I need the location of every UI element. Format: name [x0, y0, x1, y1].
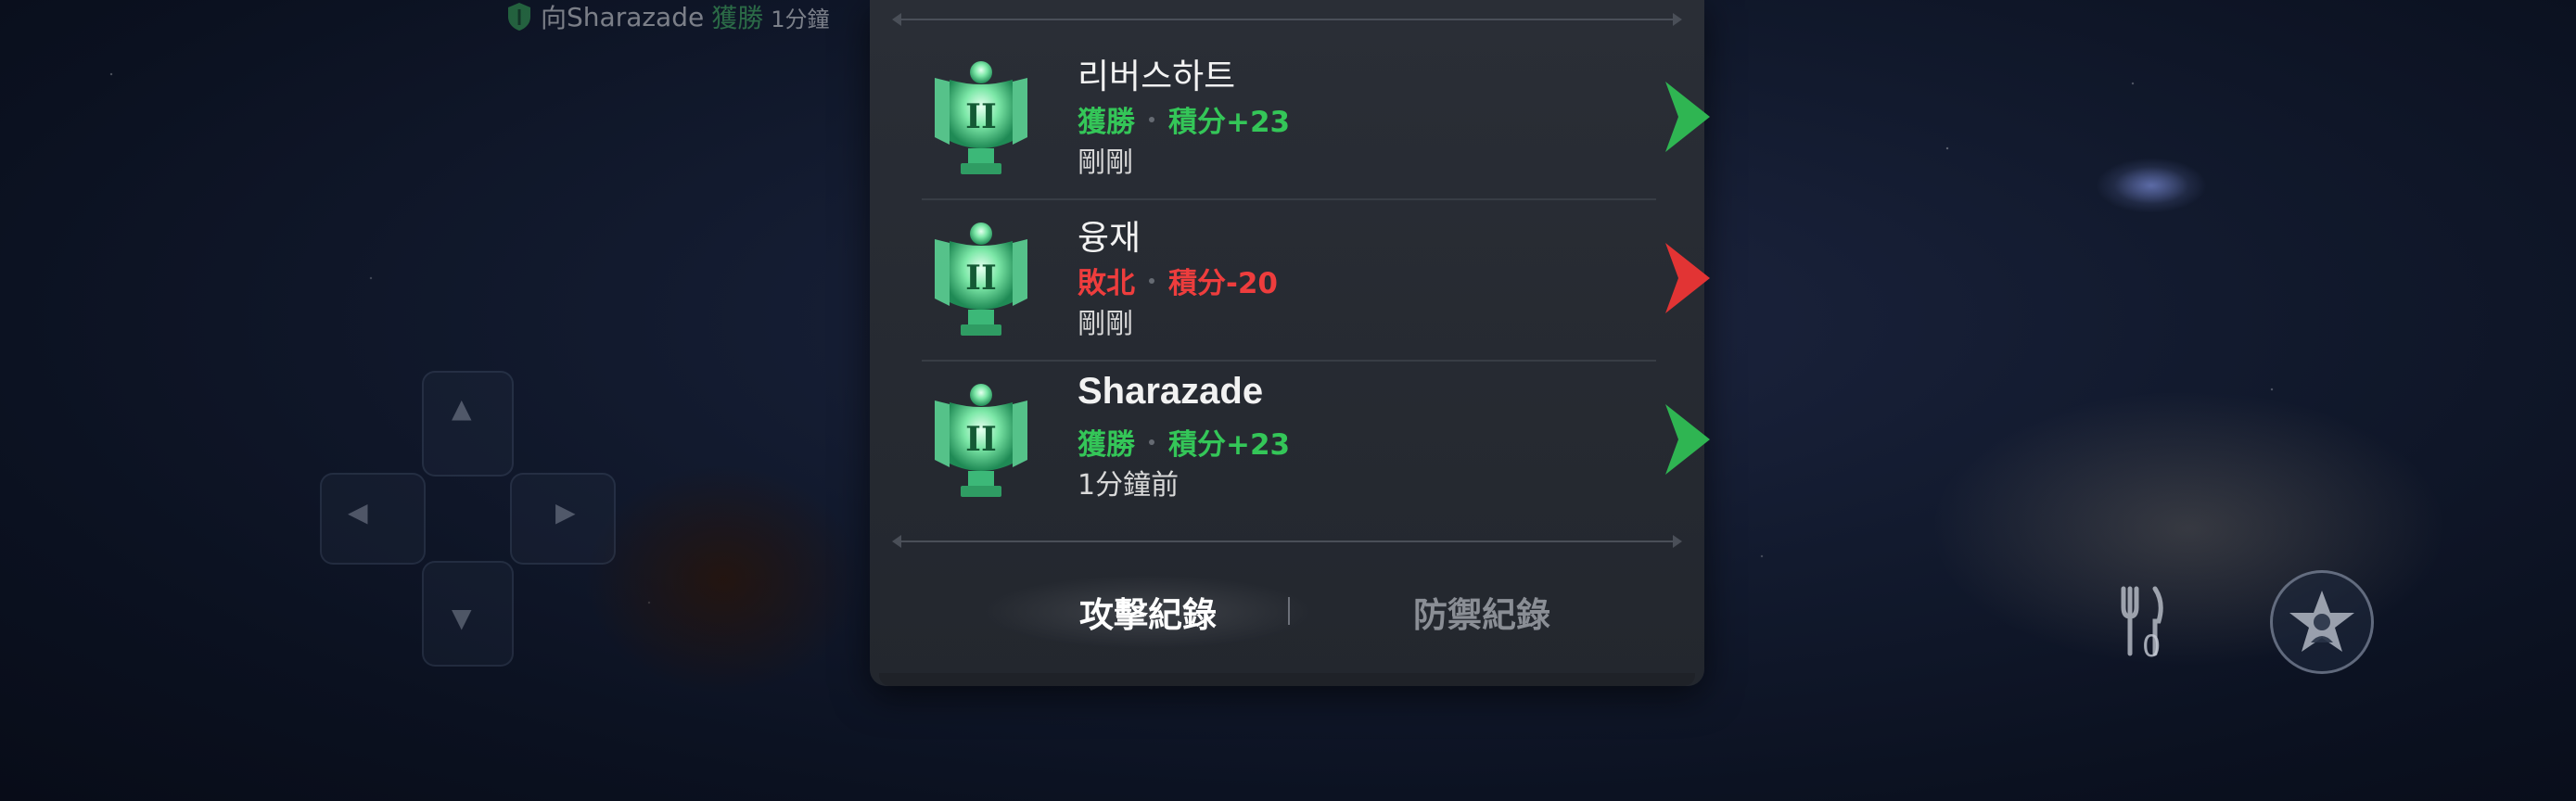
record-tabs: 攻擊紀錄 防禦紀錄	[870, 575, 1704, 649]
record-time: 1分鐘前	[1078, 469, 1180, 502]
battle-record-panel: II 리버스하트 獲勝 積分+23 剛剛 II 융재 敗北 積分-20 剛剛 I…	[870, 0, 1710, 686]
record-row[interactable]: II 융재 敗北 積分-20 剛剛	[922, 197, 1710, 356]
record-points: 積分+23	[1168, 106, 1291, 139]
record-time: 剛剛	[1078, 146, 1133, 179]
record-result: 敗北	[1078, 267, 1135, 300]
record-result: 獲勝	[1078, 428, 1135, 462]
record-row[interactable]: II Sharazade 獲勝 積分+23 1分鐘前	[922, 358, 1710, 517]
arrow-down-icon: ▼	[452, 603, 472, 633]
shield-icon	[508, 3, 530, 31]
record-time: 剛剛	[1078, 308, 1133, 340]
battle-notification: 向 Sharazade 獲勝 1分鐘	[505, 0, 830, 33]
rank-tier-label: II	[965, 420, 997, 459]
rank-emblem-icon: II	[935, 61, 1027, 174]
arrow-right-icon: ▶	[555, 497, 576, 528]
dpad-left-arm[interactable]	[320, 473, 426, 565]
star-person-icon	[2289, 591, 2354, 652]
background-glow	[2096, 158, 2207, 213]
rank-emblem-icon: II	[935, 222, 1027, 336]
stat-separator-dot	[1149, 439, 1154, 445]
rank-emblem-icon: II	[935, 384, 1027, 497]
opponent-name: 융재	[1078, 218, 1141, 258]
background-platform	[584, 464, 862, 695]
favorite-button[interactable]	[2270, 570, 2374, 674]
chevron-right-icon[interactable]	[1664, 80, 1712, 154]
notification-time: 1分鐘	[771, 6, 830, 32]
arrow-left-icon: ◀	[348, 497, 368, 528]
record-stats: 獲勝 積分+23	[1078, 421, 1290, 463]
opponent-name: Sharazade	[1078, 371, 1264, 412]
stat-separator-dot	[1149, 116, 1154, 122]
rank-tier-label: II	[965, 97, 997, 136]
record-row[interactable]: II 리버스하트 獲勝 積分+23 剛剛	[922, 35, 1710, 195]
record-stats: 敗北 積分-20	[1078, 260, 1278, 301]
opponent-name: 리버스하트	[1078, 57, 1236, 96]
record-result: 獲勝	[1078, 106, 1135, 139]
dpad-up-arm[interactable]	[422, 371, 514, 477]
food-count: 0	[2142, 629, 2162, 664]
notification-opponent: Sharazade	[567, 1, 705, 32]
top-divider	[892, 13, 1682, 26]
arrow-up-icon: ▲	[452, 393, 472, 424]
tab-separator	[1288, 597, 1290, 625]
tab-attack-records[interactable]: 攻擊紀錄	[981, 575, 1315, 649]
notification-prefix: 向	[541, 3, 567, 33]
notification-result: 獲勝	[711, 3, 764, 33]
record-points: 積分+23	[1168, 428, 1291, 462]
record-points: 積分-20	[1168, 267, 1279, 300]
bottom-divider	[892, 535, 1682, 548]
record-stats: 獲勝 積分+23	[1078, 98, 1290, 140]
movement-dpad[interactable]: ▲ ▼ ◀ ▶	[320, 371, 616, 667]
tab-defense-records[interactable]: 防禦紀錄	[1315, 575, 1649, 649]
rank-tier-label: II	[965, 259, 997, 298]
stat-separator-dot	[1149, 277, 1154, 284]
chevron-right-icon[interactable]	[1664, 402, 1712, 477]
chevron-right-icon[interactable]	[1664, 241, 1712, 315]
panel-bottom-edge	[879, 673, 1695, 686]
